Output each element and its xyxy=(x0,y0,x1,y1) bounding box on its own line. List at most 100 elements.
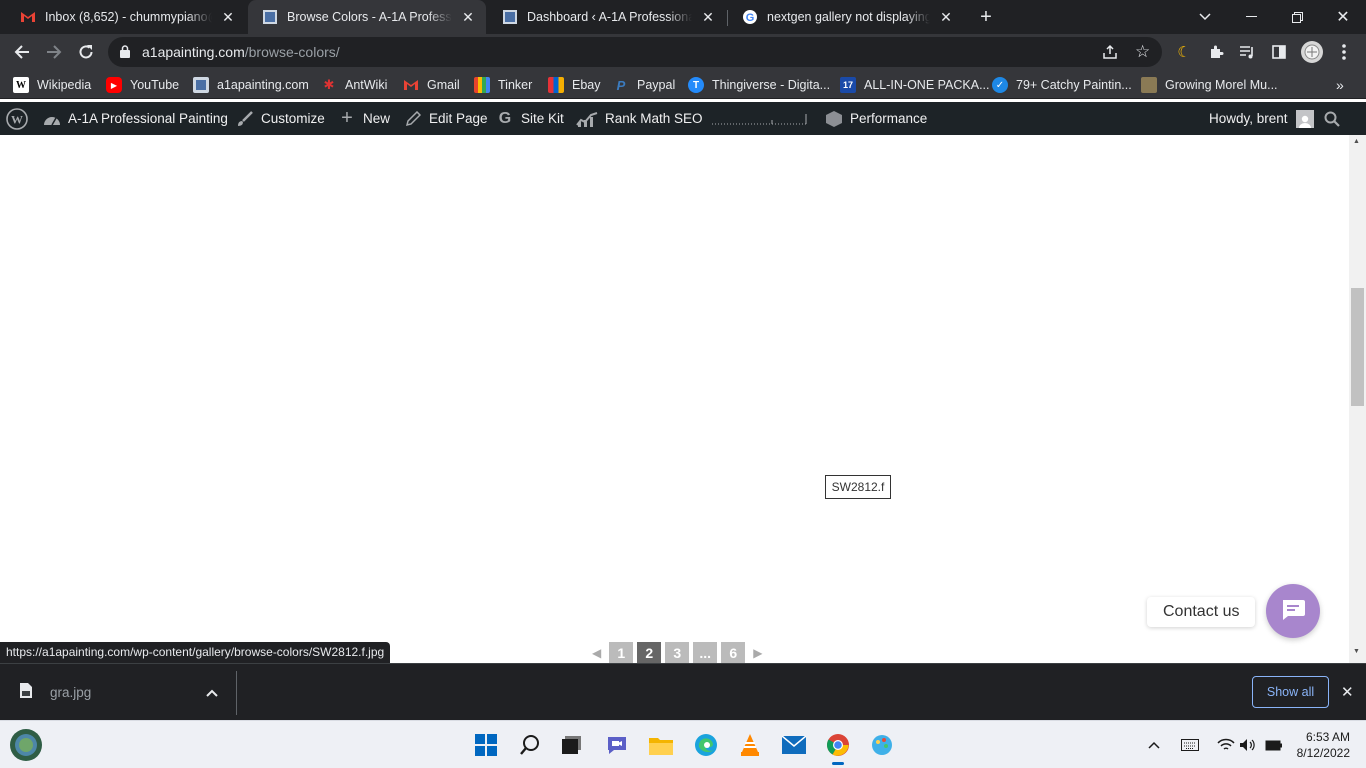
paint-app-icon[interactable] xyxy=(868,731,896,759)
show-hidden-icons-icon[interactable] xyxy=(1140,731,1168,759)
bookmark-star-icon[interactable]: ☆ xyxy=(1135,42,1150,62)
wp-logo-icon[interactable]: W xyxy=(6,102,28,135)
bookmark-antwiki[interactable]: ✱ AntWiki xyxy=(321,75,388,95)
close-window-button[interactable]: ✕ xyxy=(1320,0,1366,34)
weather-widget-icon[interactable] xyxy=(8,727,44,763)
address-bar[interactable]: a1apainting.com/browse-colors/ ☆ xyxy=(108,37,1162,67)
bookmark-thingiverse[interactable]: T Thingiverse - Digita... xyxy=(688,75,830,95)
restore-button[interactable] xyxy=(1274,0,1320,34)
chat-icon xyxy=(1280,598,1306,625)
close-icon[interactable]: ✕ xyxy=(460,9,476,25)
close-icon[interactable]: ✕ xyxy=(220,9,236,25)
bookmark-youtube[interactable]: ▶ YouTube xyxy=(106,75,179,95)
download-item[interactable]: gra.jpg xyxy=(20,683,91,701)
wp-site-name[interactable]: A-1A Professional Painting xyxy=(42,102,228,135)
bookmarks-overflow-icon[interactable]: » xyxy=(1336,75,1344,95)
wp-rank-math[interactable]: Rank Math SEO xyxy=(575,102,703,135)
start-icon[interactable] xyxy=(472,731,500,759)
google-g-icon: G xyxy=(498,109,512,127)
new-tab-button[interactable]: + xyxy=(964,0,1008,34)
thingiverse-icon: T xyxy=(688,77,704,93)
battery-icon[interactable] xyxy=(1260,731,1288,759)
scroll-down-icon[interactable]: ▼ xyxy=(1353,648,1360,655)
contact-us-label[interactable]: Contact us xyxy=(1147,597,1256,627)
bookmark-all-in-one[interactable]: 17 ALL-IN-ONE PACKA... xyxy=(840,75,990,95)
search-icon[interactable] xyxy=(516,731,544,759)
wp-new[interactable]: + New xyxy=(337,102,390,135)
file-explorer-icon[interactable] xyxy=(647,731,675,759)
chevron-up-icon[interactable] xyxy=(206,685,218,700)
gmail-icon xyxy=(20,9,36,25)
share-icon[interactable] xyxy=(1102,44,1118,63)
wp-performance[interactable]: Performance xyxy=(824,102,927,135)
wp-customize[interactable]: Customize xyxy=(235,102,325,135)
volume-icon[interactable] xyxy=(1234,731,1262,759)
performance-icon xyxy=(824,109,844,129)
antwiki-icon: ✱ xyxy=(323,77,335,92)
profile-avatar[interactable] xyxy=(1298,38,1326,66)
url-text: a1apainting.com/browse-colors/ xyxy=(142,44,340,60)
edge-icon[interactable] xyxy=(692,731,720,759)
scroll-up-icon[interactable]: ▲ xyxy=(1353,138,1360,145)
pagination-page-1[interactable]: 1 xyxy=(609,642,634,663)
bookmark-catchy-painting[interactable]: ✓ 79+ Catchy Paintin... xyxy=(992,75,1132,95)
status-bar-url: https://a1apainting.com/wp-content/galle… xyxy=(0,642,391,663)
site-icon xyxy=(502,9,518,25)
minimize-button[interactable] xyxy=(1228,0,1274,34)
extensions-icon[interactable] xyxy=(1202,38,1230,66)
close-icon[interactable]: ✕ xyxy=(700,9,716,25)
taskbar-clock[interactable]: 6:53 AM 8/12/2022 xyxy=(1292,729,1350,761)
reload-button[interactable] xyxy=(72,38,100,66)
pagination-next[interactable]: ▶ xyxy=(749,642,766,663)
wp-search-icon[interactable] xyxy=(1324,102,1340,135)
back-button[interactable] xyxy=(8,38,36,66)
pagination-page-3[interactable]: 3 xyxy=(665,642,690,663)
tab-browse-colors[interactable]: Browse Colors - A-1A Professional Painti… xyxy=(248,0,486,34)
ebay-icon xyxy=(548,77,564,93)
forward-button[interactable] xyxy=(40,38,68,66)
bookmark-a1apainting[interactable]: a1apainting.com xyxy=(193,75,309,95)
teams-chat-icon[interactable] xyxy=(603,731,631,759)
wp-site-kit[interactable]: G Site Kit xyxy=(495,102,564,135)
chrome-taskbar-icon[interactable] xyxy=(824,731,852,765)
paypal-icon: P xyxy=(616,77,626,93)
tab-title: nextgen gallery not displaying properly xyxy=(767,10,930,24)
wp-howdy[interactable]: Howdy, brent xyxy=(1209,102,1314,135)
vlc-icon[interactable] xyxy=(736,731,764,759)
bookmark-wikipedia[interactable]: W Wikipedia xyxy=(13,75,91,95)
dashboard-icon xyxy=(42,109,62,129)
tab-search-icon[interactable] xyxy=(1182,0,1228,34)
bookmark-paypal[interactable]: P Paypal xyxy=(613,75,676,95)
bookmark-gmail[interactable]: Gmail xyxy=(403,75,460,95)
bookmark-ebay[interactable]: Ebay xyxy=(548,75,601,95)
close-shelf-icon[interactable]: ✕ xyxy=(1341,683,1354,701)
pagination-page-6[interactable]: 6 xyxy=(721,642,746,663)
media-control-icon[interactable] xyxy=(1233,38,1261,66)
bookmark-morel[interactable]: Growing Morel Mu... xyxy=(1141,75,1278,95)
chrome-menu-icon[interactable] xyxy=(1330,38,1358,66)
download-shelf: gra.jpg Show all ✕ xyxy=(0,663,1366,720)
show-all-button[interactable]: Show all xyxy=(1252,676,1329,708)
wp-sparkline[interactable] xyxy=(712,102,808,135)
task-view-icon[interactable] xyxy=(558,731,586,759)
tab-google-search[interactable]: G nextgen gallery not displaying properl… xyxy=(728,0,964,34)
dark-mode-extension-icon[interactable]: ☾ xyxy=(1170,38,1198,66)
contact-us-button[interactable] xyxy=(1266,584,1320,638)
wp-edit-page[interactable]: Edit Page xyxy=(403,102,488,135)
lock-icon[interactable] xyxy=(120,45,130,61)
side-panel-icon[interactable] xyxy=(1265,38,1293,66)
wp-admin-bar: W A-1A Professional Painting Customize +… xyxy=(0,102,1366,135)
mail-icon[interactable] xyxy=(780,731,808,759)
keyboard-icon[interactable] xyxy=(1176,731,1204,759)
bookmark-tinker[interactable]: Tinker xyxy=(474,75,532,95)
download-filename: gra.jpg xyxy=(50,684,92,700)
clock-time: 6:53 AM xyxy=(1305,730,1350,744)
svg-text:W: W xyxy=(11,112,23,126)
tinker-icon xyxy=(474,77,490,93)
pagination-page-2[interactable]: 2 xyxy=(637,642,662,663)
pagination-prev[interactable]: ◀ xyxy=(588,642,605,663)
tab-gmail[interactable]: Inbox (8,652) - chummypiano@gmail.com ✕ xyxy=(6,0,246,34)
tab-dashboard[interactable]: Dashboard ‹ A-1A Professional Painting ✕ xyxy=(488,0,726,34)
close-icon[interactable]: ✕ xyxy=(938,9,954,25)
scrollbar-thumb[interactable] xyxy=(1351,288,1364,406)
